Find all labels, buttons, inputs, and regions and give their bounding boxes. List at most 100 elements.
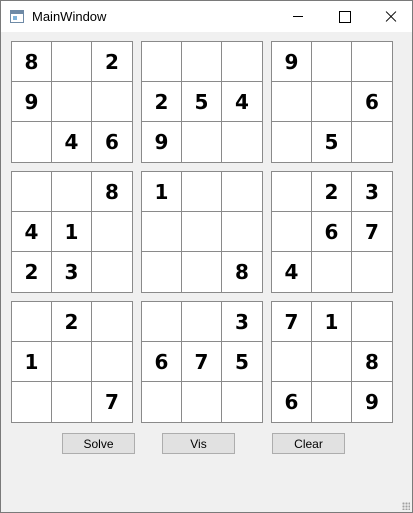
sudoku-block-3: 9 6 5 (271, 41, 393, 163)
sudoku-cell[interactable] (312, 82, 352, 122)
sudoku-cell[interactable] (52, 382, 92, 422)
sudoku-cell[interactable]: 5 (222, 342, 262, 382)
sudoku-cell[interactable] (222, 172, 262, 212)
sudoku-cell[interactable] (222, 42, 262, 82)
sudoku-cell[interactable]: 8 (352, 342, 392, 382)
resize-grip-icon[interactable] (402, 502, 410, 510)
sudoku-cell[interactable] (12, 302, 52, 342)
sudoku-cell[interactable]: 4 (12, 212, 52, 252)
sudoku-cell[interactable]: 8 (92, 172, 132, 212)
sudoku-cell[interactable]: 6 (142, 342, 182, 382)
sudoku-block-2: 2 5 4 9 (141, 41, 263, 163)
sudoku-cell[interactable] (352, 42, 392, 82)
main-window: MainWindow 8 2 9 4 6 2 5 4 9 9 6 5 8 4 1… (0, 0, 413, 513)
sudoku-block-4: 8 4 1 2 3 (11, 171, 133, 293)
sudoku-cell[interactable]: 7 (352, 212, 392, 252)
sudoku-cell[interactable]: 3 (352, 172, 392, 212)
sudoku-cell[interactable] (182, 302, 222, 342)
sudoku-cell[interactable] (92, 82, 132, 122)
sudoku-cell[interactable]: 3 (52, 252, 92, 292)
sudoku-cell[interactable]: 9 (12, 82, 52, 122)
sudoku-cell[interactable]: 3 (222, 302, 262, 342)
sudoku-cell[interactable] (12, 172, 52, 212)
sudoku-cell[interactable] (312, 252, 352, 292)
sudoku-cell[interactable] (52, 172, 92, 212)
sudoku-cell[interactable] (52, 342, 92, 382)
sudoku-cell[interactable] (272, 172, 312, 212)
sudoku-cell[interactable]: 7 (92, 382, 132, 422)
close-icon[interactable] (367, 1, 413, 32)
sudoku-cell[interactable] (312, 342, 352, 382)
sudoku-cell[interactable] (12, 122, 52, 162)
sudoku-cell[interactable] (182, 42, 222, 82)
clear-button[interactable]: Clear (272, 433, 345, 454)
sudoku-cell[interactable]: 9 (352, 382, 392, 422)
sudoku-cell[interactable]: 6 (92, 122, 132, 162)
sudoku-cell[interactable] (52, 42, 92, 82)
sudoku-cell[interactable]: 2 (92, 42, 132, 82)
sudoku-cell[interactable]: 7 (272, 302, 312, 342)
sudoku-cell[interactable]: 6 (352, 82, 392, 122)
sudoku-cell[interactable]: 1 (142, 172, 182, 212)
sudoku-cell[interactable]: 2 (312, 172, 352, 212)
sudoku-cell[interactable] (182, 212, 222, 252)
sudoku-cell[interactable]: 6 (272, 382, 312, 422)
sudoku-cell[interactable] (352, 122, 392, 162)
sudoku-block-7: 2 1 7 (11, 301, 133, 423)
sudoku-cell[interactable]: 4 (52, 122, 92, 162)
sudoku-cell[interactable]: 8 (12, 42, 52, 82)
sudoku-cell[interactable]: 4 (272, 252, 312, 292)
sudoku-cell[interactable] (222, 382, 262, 422)
sudoku-cell[interactable]: 1 (52, 212, 92, 252)
sudoku-cell[interactable] (182, 252, 222, 292)
app-window-icon (10, 10, 24, 23)
sudoku-cell[interactable] (272, 82, 312, 122)
sudoku-cell[interactable]: 4 (222, 82, 262, 122)
sudoku-cell[interactable] (92, 252, 132, 292)
sudoku-block-8: 3 6 7 5 (141, 301, 263, 423)
sudoku-cell[interactable]: 9 (142, 122, 182, 162)
sudoku-cell[interactable] (92, 212, 132, 252)
sudoku-cell[interactable] (352, 302, 392, 342)
sudoku-cell[interactable]: 5 (312, 122, 352, 162)
sudoku-cell[interactable] (142, 212, 182, 252)
sudoku-cell[interactable]: 2 (52, 302, 92, 342)
title-bar[interactable]: MainWindow (1, 1, 412, 32)
sudoku-cell[interactable] (222, 122, 262, 162)
sudoku-cell[interactable]: 2 (12, 252, 52, 292)
vis-button[interactable]: Vis (162, 433, 235, 454)
sudoku-cell[interactable] (312, 382, 352, 422)
sudoku-cell[interactable] (352, 252, 392, 292)
minimize-icon[interactable] (275, 1, 321, 32)
sudoku-block-9: 7 1 8 6 9 (271, 301, 393, 423)
window-title: MainWindow (32, 9, 107, 24)
sudoku-cell[interactable] (272, 122, 312, 162)
sudoku-cell[interactable] (12, 382, 52, 422)
sudoku-cell[interactable] (92, 342, 132, 382)
sudoku-cell[interactable] (272, 212, 312, 252)
sudoku-cell[interactable] (222, 212, 262, 252)
solve-button[interactable]: Solve (62, 433, 135, 454)
sudoku-block-1: 8 2 9 4 6 (11, 41, 133, 163)
sudoku-cell[interactable]: 8 (222, 252, 262, 292)
sudoku-cell[interactable] (182, 172, 222, 212)
sudoku-cell[interactable] (312, 42, 352, 82)
sudoku-cell[interactable]: 6 (312, 212, 352, 252)
sudoku-cell[interactable] (142, 252, 182, 292)
sudoku-cell[interactable] (142, 42, 182, 82)
sudoku-cell[interactable] (142, 302, 182, 342)
sudoku-cell[interactable]: 2 (142, 82, 182, 122)
sudoku-cell[interactable]: 9 (272, 42, 312, 82)
sudoku-cell[interactable] (92, 302, 132, 342)
sudoku-cell[interactable] (182, 122, 222, 162)
sudoku-cell[interactable] (142, 382, 182, 422)
sudoku-cell[interactable]: 1 (312, 302, 352, 342)
sudoku-cell[interactable] (52, 82, 92, 122)
sudoku-cell[interactable]: 5 (182, 82, 222, 122)
sudoku-block-5: 1 8 (141, 171, 263, 293)
sudoku-cell[interactable]: 7 (182, 342, 222, 382)
sudoku-cell[interactable] (182, 382, 222, 422)
sudoku-cell[interactable]: 1 (12, 342, 52, 382)
sudoku-cell[interactable] (272, 342, 312, 382)
maximize-icon[interactable] (321, 1, 367, 32)
